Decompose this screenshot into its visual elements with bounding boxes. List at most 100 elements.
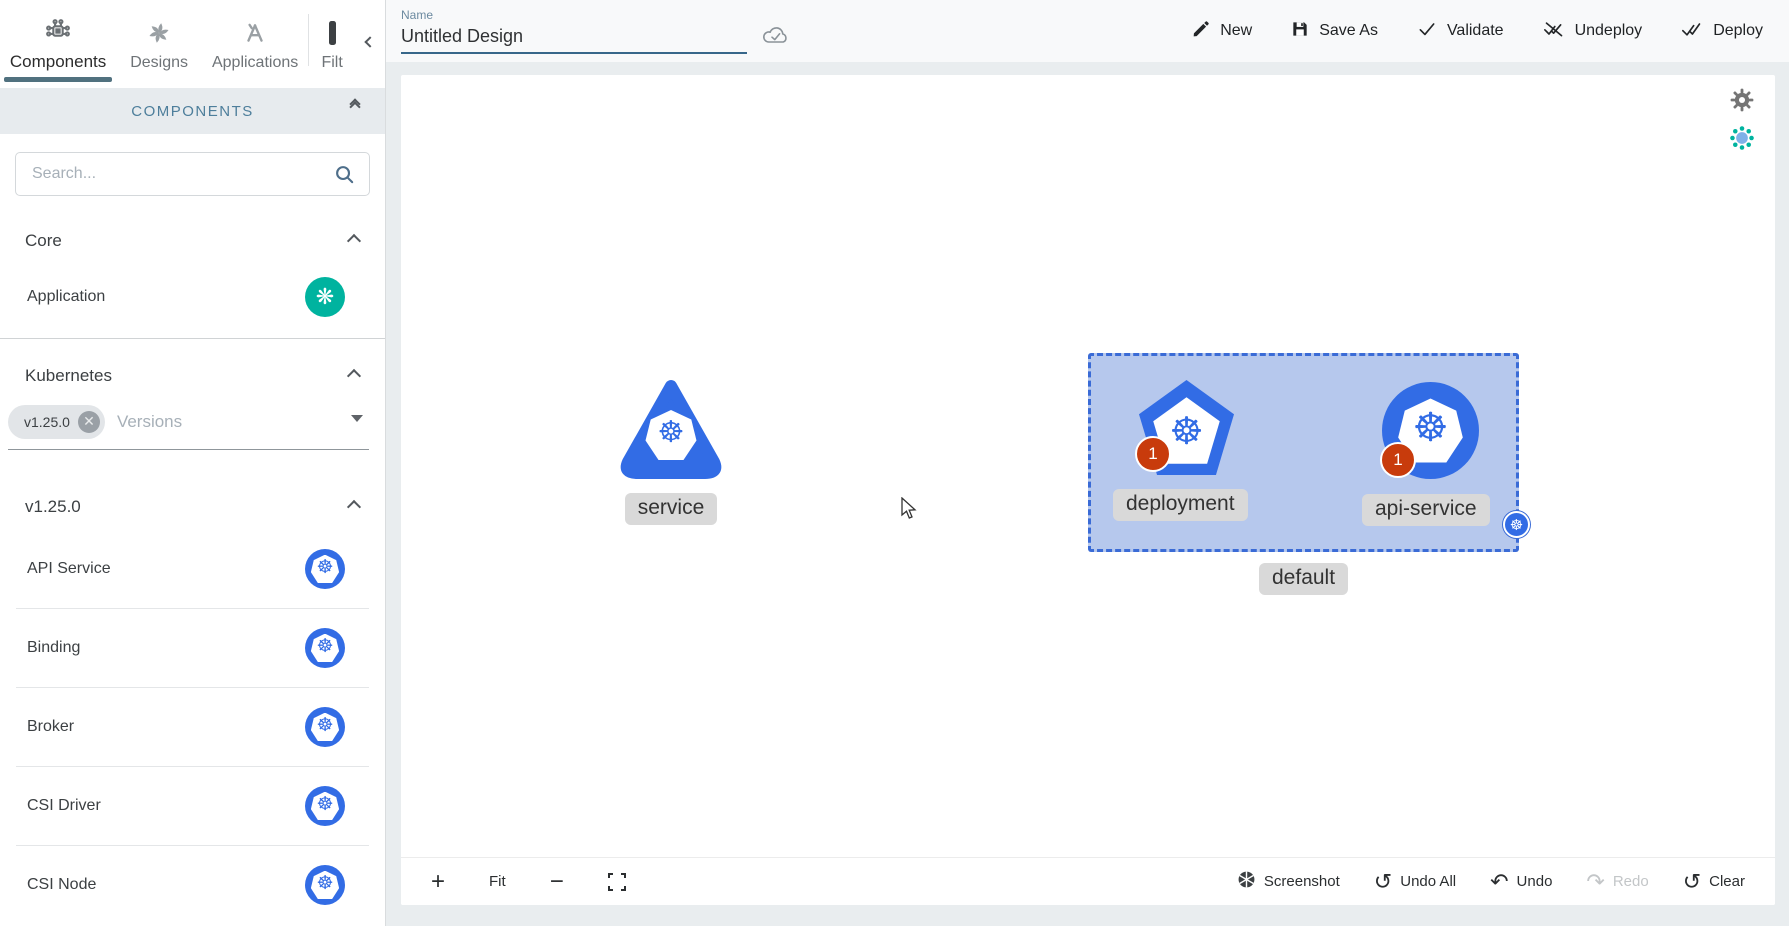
kubernetes-icon: ☸	[305, 549, 345, 589]
tab-components-label: Components	[10, 52, 106, 72]
zoom-out-button[interactable]: −	[550, 870, 564, 894]
kubernetes-context-icon[interactable]	[1729, 125, 1755, 156]
main-area: Name New Save As	[386, 0, 1789, 926]
group-kubernetes-handle-icon[interactable]: ☸	[1503, 511, 1530, 538]
new-button[interactable]: New	[1191, 19, 1252, 44]
status-badge: 1	[1135, 436, 1171, 472]
action-buttons: New Save As Validate Un	[1191, 19, 1763, 44]
tab-filters-label: Filt	[321, 54, 342, 72]
section-version-title: v1.25.0	[25, 497, 81, 517]
kubernetes-icon: ☸	[305, 628, 345, 668]
designs-icon	[146, 18, 172, 48]
save-icon	[1290, 19, 1310, 44]
design-name-input[interactable]	[401, 24, 747, 54]
clear-button[interactable]: ↺ Clear	[1683, 871, 1745, 893]
component-sidebar: Components Designs	[0, 0, 386, 926]
components-icon	[44, 16, 72, 46]
tab-filters[interactable]: Filt	[309, 0, 355, 84]
screenshot-button[interactable]: Screenshot	[1237, 870, 1340, 894]
components-panel-header: COMPONENTS	[0, 88, 385, 134]
name-field-label: Name	[401, 8, 747, 22]
save-as-button[interactable]: Save As	[1290, 19, 1378, 44]
design-canvas[interactable]: ☸ service ☸ 1 deployment ☸ 1	[401, 75, 1775, 905]
chevron-up-icon	[347, 500, 361, 514]
versions-placeholder: Versions	[117, 412, 182, 432]
version-chip-label: v1.25.0	[24, 414, 70, 430]
divider	[0, 338, 385, 339]
applications-icon	[242, 18, 268, 48]
redo-icon: ↷	[1586, 871, 1604, 893]
sidebar-item-binding[interactable]: Binding ☸	[0, 609, 385, 687]
undo-all-button[interactable]: ↺ Undo All	[1374, 871, 1456, 893]
zoom-in-button[interactable]: +	[431, 870, 445, 894]
node-api-service[interactable]: ☸ 1 api-service	[1382, 382, 1479, 479]
clear-icon: ↺	[1683, 871, 1701, 893]
chevron-up-icon	[347, 369, 361, 383]
undo-button[interactable]: ↶ Undo	[1490, 871, 1552, 893]
component-list: API Service ☸ Binding ☸ Broker ☸ CSI Dri…	[0, 530, 385, 924]
zoom-controls: + Fit −	[431, 870, 626, 894]
node-service[interactable]: ☸ service	[619, 378, 723, 525]
remove-version-icon[interactable]: ✕	[78, 411, 100, 433]
node-label: api-service	[1362, 494, 1490, 526]
sidebar-tabs: Components Designs	[0, 0, 385, 84]
filters-icon	[325, 18, 339, 48]
item-label: Application	[27, 288, 105, 306]
node-label: deployment	[1113, 489, 1248, 521]
tab-designs-label: Designs	[130, 54, 188, 72]
section-kubernetes-title: Kubernetes	[25, 366, 112, 386]
canvas-settings-gear-icon[interactable]	[1729, 87, 1755, 118]
sidebar-item-api-service[interactable]: API Service ☸	[0, 530, 385, 608]
deploy-icon	[1680, 19, 1704, 44]
status-badge: 1	[1380, 442, 1416, 478]
chevron-up-icon	[347, 234, 361, 248]
section-version-header[interactable]: v1.25.0	[0, 484, 385, 530]
undo-all-icon: ↺	[1374, 871, 1392, 893]
history-controls: Screenshot ↺ Undo All ↶ Undo ↷ Redo	[1237, 870, 1745, 894]
sidebar-item-application[interactable]: Application ❋	[0, 264, 385, 330]
section-kubernetes-header[interactable]: Kubernetes	[0, 353, 385, 399]
kubernetes-icon: ☸	[305, 707, 345, 747]
search-input[interactable]	[15, 152, 370, 196]
mouse-cursor	[899, 497, 919, 526]
node-deployment[interactable]: ☸ 1 deployment	[1139, 380, 1234, 475]
undeploy-icon	[1542, 19, 1566, 44]
sidebar-item-csi-node[interactable]: CSI Node ☸	[0, 846, 385, 924]
fit-button[interactable]: Fit	[489, 873, 506, 890]
undeploy-button[interactable]: Undeploy	[1542, 19, 1643, 44]
canvas-frame: ☸ service ☸ 1 deployment ☸ 1	[386, 62, 1789, 926]
tab-applications[interactable]: Applications	[202, 0, 308, 84]
sidebar-item-csi-driver[interactable]: CSI Driver ☸	[0, 767, 385, 845]
validate-button[interactable]: Validate	[1416, 19, 1504, 44]
tab-designs[interactable]: Designs	[116, 0, 202, 84]
sidebar-item-broker[interactable]: Broker ☸	[0, 688, 385, 766]
versions-select[interactable]: v1.25.0 ✕ Versions	[8, 401, 369, 450]
fullscreen-button[interactable]	[608, 873, 626, 891]
tabs-scroll-right-button[interactable]	[355, 0, 385, 84]
deploy-button[interactable]: Deploy	[1680, 19, 1763, 44]
design-toolbar: Name New Save As	[386, 0, 1789, 62]
dropdown-caret-icon[interactable]	[351, 415, 363, 422]
design-name-field: Name	[401, 8, 747, 54]
meshery-application-icon: ❋	[305, 277, 345, 317]
node-label: service	[625, 493, 718, 525]
cloud-saved-icon	[761, 24, 791, 53]
shutter-icon	[1237, 870, 1256, 894]
collapse-panel-button[interactable]	[351, 100, 359, 111]
canvas-toolbar: + Fit −	[401, 857, 1775, 905]
panel-title: COMPONENTS	[131, 103, 254, 120]
kubernetes-icon: ☸	[305, 786, 345, 826]
check-icon	[1416, 19, 1438, 44]
pencil-icon	[1191, 19, 1211, 44]
group-default-namespace[interactable]: ☸ 1 deployment ☸ 1 api-service ☸	[1088, 353, 1519, 552]
group-label: default	[1259, 563, 1348, 595]
tab-components[interactable]: Components	[0, 0, 116, 84]
chevron-right-icon	[364, 36, 375, 47]
section-core-header[interactable]: Core	[0, 218, 385, 264]
service-triangle-icon: ☸	[619, 378, 723, 480]
kubernetes-icon: ☸	[305, 865, 345, 905]
tab-applications-label: Applications	[212, 54, 298, 72]
search-box	[15, 152, 370, 196]
redo-button[interactable]: ↷ Redo	[1586, 871, 1648, 893]
search-icon[interactable]	[333, 163, 356, 191]
